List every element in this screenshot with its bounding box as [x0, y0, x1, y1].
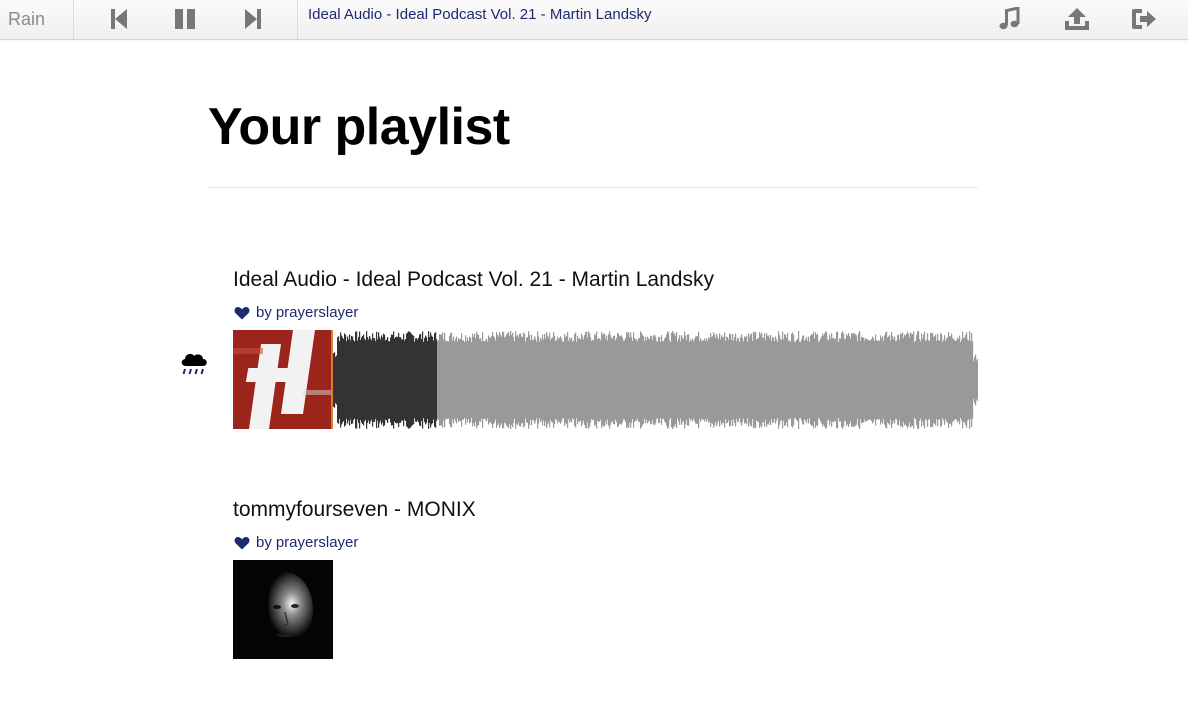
title-divider: [208, 187, 978, 188]
player-controls: [74, 0, 298, 39]
previous-button[interactable]: [104, 4, 134, 34]
track-artwork[interactable]: [233, 330, 333, 429]
app-brand[interactable]: Rain: [0, 0, 74, 39]
next-icon: [245, 9, 261, 29]
track-artwork[interactable]: [233, 560, 333, 659]
waveform[interactable]: [333, 330, 978, 430]
music-button[interactable]: [993, 3, 1025, 35]
pause-icon: [175, 9, 195, 29]
previous-icon: [111, 9, 127, 29]
upload-icon: [1065, 8, 1089, 30]
track-byline: by prayerslayer: [234, 533, 358, 553]
rain-cloud-icon: [181, 353, 207, 375]
heart-icon[interactable]: [234, 536, 250, 550]
top-bar: Rain Ideal Audio - Ideal Podcast Vol. 21…: [0, 0, 1188, 40]
track-title[interactable]: Ideal Audio - Ideal Podcast Vol. 21 - Ma…: [233, 266, 714, 294]
waveform-bar: [977, 358, 978, 402]
upload-button[interactable]: [1061, 3, 1093, 35]
logout-icon: [1132, 9, 1156, 29]
now-playing-title[interactable]: Ideal Audio - Ideal Podcast Vol. 21 - Ma…: [308, 0, 652, 30]
track-title[interactable]: tommyfourseven - MONIX: [233, 496, 476, 524]
logout-button[interactable]: [1128, 3, 1160, 35]
user-link[interactable]: prayerslayer: [276, 303, 359, 323]
next-button[interactable]: [238, 4, 268, 34]
user-link[interactable]: prayerslayer: [276, 533, 359, 553]
music-note-icon: [999, 7, 1020, 30]
page-title: Your playlist: [208, 98, 510, 156]
by-label: by: [256, 534, 272, 551]
pause-button[interactable]: [170, 4, 200, 34]
by-label: by: [256, 304, 272, 321]
track-byline: by prayerslayer: [234, 303, 358, 323]
heart-icon[interactable]: [234, 306, 250, 320]
